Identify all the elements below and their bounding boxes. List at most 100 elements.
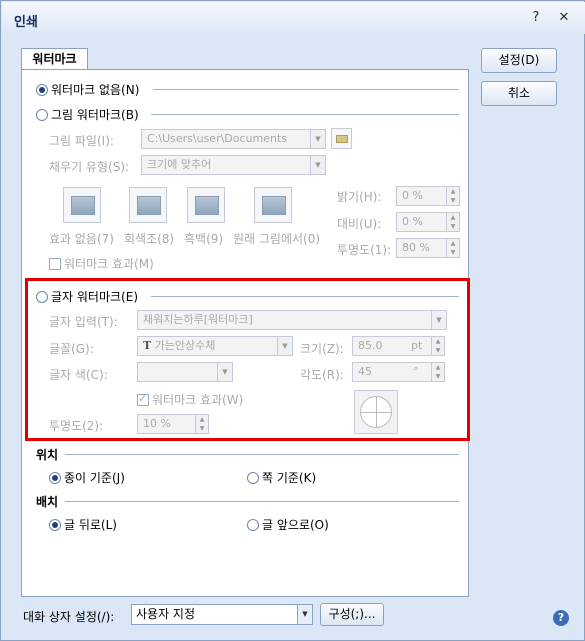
text-color-label: 글자 색(C):: [49, 368, 108, 382]
divider: [151, 296, 459, 297]
effect-original-button[interactable]: [254, 187, 292, 223]
chevron-down-icon[interactable]: ▼: [431, 311, 446, 329]
tab-watermark[interactable]: 워터마크: [21, 48, 88, 70]
effect-grayscale-label: 회색조(8): [124, 232, 175, 246]
divider: [153, 89, 459, 90]
fill-type-label: 채우기 유형(S):: [49, 160, 130, 174]
angle-spinner[interactable]: 45 ° ▲ ▼: [352, 362, 445, 382]
picture-file-label: 그림 파일(I):: [49, 134, 114, 148]
radio-label: 글 뒤로(L): [64, 518, 117, 532]
placement-heading: 배치: [36, 495, 59, 509]
chevron-down-icon[interactable]: ▼: [297, 605, 312, 624]
text-color-select[interactable]: ▼: [137, 362, 233, 382]
help-icon[interactable]: ?: [553, 610, 569, 626]
radio-label: 쪽 기준(K): [262, 471, 317, 485]
checkbox-label: 워터마크 효과(M): [64, 257, 154, 271]
picture-icon: [137, 196, 161, 215]
dialog-title: 인쇄: [14, 15, 38, 30]
brightness-spinner[interactable]: 0 % ▲ ▼: [396, 186, 460, 206]
title-bar: 인쇄 ? ✕: [2, 2, 585, 34]
radio-no-watermark[interactable]: 워터마크 없음(N): [36, 81, 139, 98]
spinner-arrows-icon[interactable]: ▲ ▼: [446, 213, 459, 231]
picture-file-field[interactable]: C:\Users\user\Documents ▼: [141, 129, 326, 149]
font-select[interactable]: T 가는안상수체 ▼: [137, 336, 293, 356]
chevron-down-icon[interactable]: ▼: [310, 130, 325, 148]
spinner-arrows-icon[interactable]: ▲ ▼: [446, 239, 459, 257]
checkbox-icon: [137, 392, 149, 406]
chevron-down-icon[interactable]: ▼: [310, 156, 325, 174]
radio-paper-basis[interactable]: 종이 기준(J): [49, 469, 125, 486]
fill-type-value: 크기에 맞추어: [147, 158, 212, 171]
print-dialog: 인쇄 ? ✕ 워터마크 설정(D) 취소 워터마크 없음(N) 그림 워터마크(…: [0, 0, 585, 641]
picture-transparency-spinner[interactable]: 80 % ▲ ▼: [396, 238, 460, 258]
contrast-value: 0 %: [402, 215, 423, 228]
radio-icon: [49, 472, 61, 484]
effect-none-button[interactable]: [63, 187, 101, 223]
radio-picture-watermark[interactable]: 그림 워터마크(B): [36, 106, 139, 123]
radio-icon: [247, 519, 259, 531]
radio-label: 글자 워터마크(E): [51, 290, 139, 304]
radio-icon: [49, 519, 61, 531]
radio-icon: [247, 472, 259, 484]
radio-page-basis[interactable]: 쪽 기준(K): [247, 469, 316, 486]
font-label: 글꼴(G):: [49, 342, 94, 356]
text-input-label: 글자 입력(T):: [49, 315, 118, 329]
text-input-field[interactable]: 채워지는하루[워터마크] ▼: [137, 310, 447, 330]
help-icon[interactable]: ?: [528, 10, 544, 26]
picture-watermark-effect-checkbox[interactable]: 워터마크 효과(M): [49, 255, 154, 272]
radio-text-watermark[interactable]: 글자 워터마크(E): [36, 288, 138, 305]
text-transparency-label: 투명도(2):: [49, 419, 104, 433]
picture-file-value: C:\Users\user\Documents: [147, 132, 288, 145]
divider: [151, 114, 459, 115]
radio-label: 글 앞으로(O): [262, 518, 329, 532]
text-transparency-spinner[interactable]: 10 % ▲ ▼: [137, 414, 209, 434]
picture-transparency-label: 투명도(1):: [337, 243, 392, 257]
size-label: 크기(Z):: [300, 342, 344, 356]
radio-label: 그림 워터마크(B): [51, 108, 139, 122]
text-watermark-effect-checkbox[interactable]: 워터마크 효과(W): [137, 391, 243, 408]
radio-icon: [36, 109, 48, 121]
effect-grayscale-button[interactable]: [129, 187, 167, 223]
dialog-settings-value: 사용자 지정: [136, 607, 196, 621]
size-spinner[interactable]: 85.0 pt ▲ ▼: [352, 336, 445, 356]
fill-type-select[interactable]: 크기에 맞추어 ▼: [141, 155, 326, 175]
radio-front-text[interactable]: 글 앞으로(O): [247, 516, 329, 533]
angle-value: 45: [358, 365, 372, 378]
radio-label: 종이 기준(J): [64, 471, 125, 485]
size-value: 85.0: [358, 339, 383, 352]
radio-icon: [36, 84, 48, 96]
effect-bw-label: 흑백(9): [184, 232, 224, 246]
size-unit: pt: [411, 339, 423, 352]
picture-icon: [262, 196, 286, 215]
divider: [65, 454, 459, 455]
effect-bw-button[interactable]: [187, 187, 225, 223]
effect-original-label: 원래 그림에서(0): [233, 232, 321, 246]
close-icon[interactable]: ✕: [556, 10, 572, 26]
spinner-arrows-icon[interactable]: ▲ ▼: [431, 363, 444, 381]
config-button[interactable]: 구성(;)...: [320, 603, 384, 626]
spinner-arrows-icon[interactable]: ▲ ▼: [446, 187, 459, 205]
checkbox-icon: [49, 258, 61, 270]
divider: [65, 501, 459, 502]
text-input-value: 채워지는하루[워터마크]: [143, 313, 253, 326]
spinner-arrows-icon[interactable]: ▲ ▼: [195, 415, 208, 433]
dialog-settings-select[interactable]: 사용자 지정 ▼: [131, 604, 313, 625]
truetype-icon: T: [143, 339, 152, 352]
chevron-down-icon[interactable]: ▼: [277, 337, 292, 355]
effect-none-label: 효과 없음(7): [49, 232, 114, 246]
radio-behind-text[interactable]: 글 뒤로(L): [49, 516, 117, 533]
ok-button[interactable]: 설정(D): [481, 48, 557, 73]
checkbox-label: 워터마크 효과(W): [152, 393, 244, 407]
picture-icon: [71, 196, 95, 215]
folder-icon[interactable]: [331, 128, 352, 149]
angle-dial[interactable]: [354, 390, 398, 434]
text-transparency-value: 10 %: [143, 417, 171, 430]
contrast-spinner[interactable]: 0 % ▲ ▼: [396, 212, 460, 232]
radio-icon: [36, 291, 48, 303]
angle-unit: °: [413, 365, 419, 378]
cancel-button[interactable]: 취소: [481, 81, 557, 106]
chevron-down-icon[interactable]: ▼: [217, 363, 232, 381]
dialog-settings-label: 대화 상자 설정(/):: [23, 610, 115, 624]
picture-transparency-value: 80 %: [402, 241, 430, 254]
spinner-arrows-icon[interactable]: ▲ ▼: [431, 337, 444, 355]
